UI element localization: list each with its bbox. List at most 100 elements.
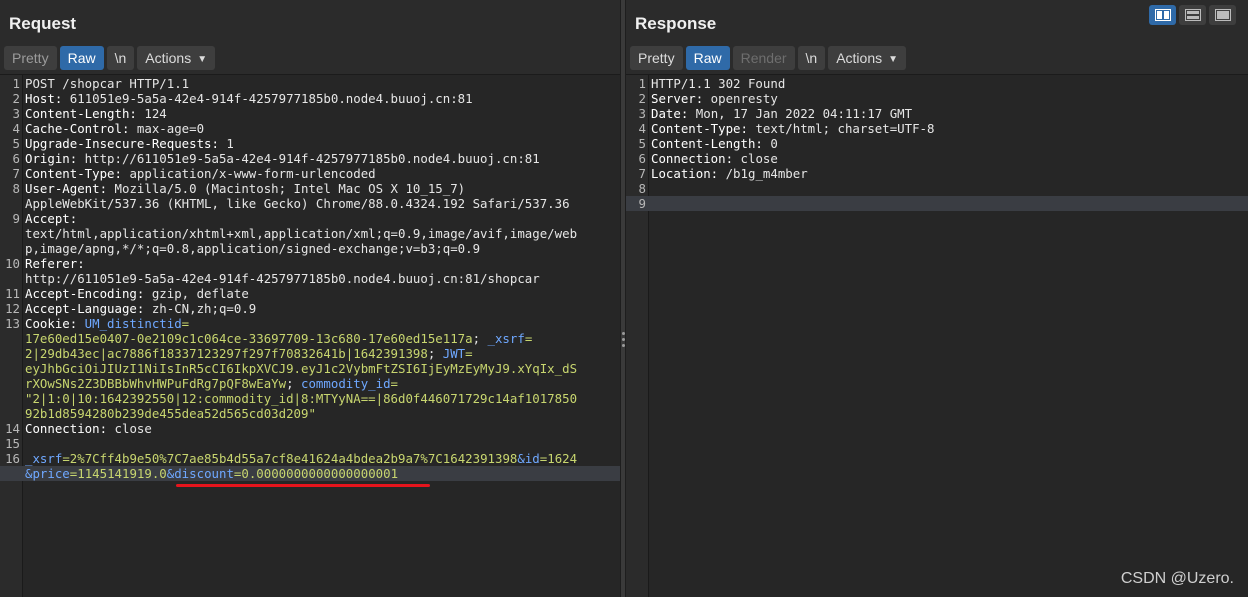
code-line[interactable]: 12 Accept-Language: zh-CN,zh;q=0.9 — [0, 301, 620, 316]
line-content — [651, 196, 1248, 211]
line-number: 7 — [12, 166, 20, 181]
line-number: 4 — [638, 121, 646, 136]
line-content: Referer: — [25, 256, 620, 271]
line-content: Content-Length: 0 — [651, 136, 1248, 151]
response-actions-button[interactable]: Actions ▼ — [828, 46, 907, 70]
code-line[interactable]: p,image/apng,*/*;q=0.8,application/signe… — [0, 241, 620, 256]
code-line[interactable]: 7 Location: /b1g_m4mber — [626, 166, 1248, 181]
code-line[interactable]: 6 Connection: close — [626, 151, 1248, 166]
line-number: 9 — [638, 196, 646, 211]
response-newline-button[interactable]: \n — [797, 46, 826, 70]
request-actions-button[interactable]: Actions ▼ — [137, 46, 216, 70]
request-newline-button[interactable]: \n — [106, 46, 135, 70]
code-token: gzip, deflate — [144, 286, 249, 301]
split-vertical-icon[interactable] — [1179, 5, 1206, 25]
line-content: Cache-Control: max-age=0 — [25, 121, 620, 136]
code-line[interactable]: 1 POST /shopcar HTTP/1.1 — [0, 76, 620, 91]
line-content: Server: openresty — [651, 91, 1248, 106]
line-content — [651, 181, 1248, 196]
code-line[interactable]: 14 Connection: close — [0, 421, 620, 436]
request-code[interactable]: 1 POST /shopcar HTTP/1.1 2 Host: 611051e9-5… — [0, 76, 620, 481]
line-number — [0, 271, 25, 286]
code-token: Cookie: — [25, 316, 78, 331]
code-line[interactable]: eyJhbGciOiJIUzI1NiIsInR5cCI6IkpXVCJ9.eyJ… — [0, 361, 620, 376]
line-content: 2|29db43ec|ac7886f18337123297f297f708326… — [25, 346, 620, 361]
line-number — [0, 331, 25, 346]
line-number: 11 — [5, 286, 20, 301]
code-line[interactable]: 6 Origin: http://611051e9-5a5a-42e4-914f-… — [0, 151, 620, 166]
response-raw-button[interactable]: Raw — [685, 46, 730, 70]
line-content: POST /shopcar HTTP/1.1 — [25, 76, 620, 91]
line-number: 7 — [638, 166, 646, 181]
code-line[interactable]: 92b1d8594280b239de455dea52d565cd03d209" — [0, 406, 620, 421]
code-line[interactable]: 2 Host: 611051e9-5a5a-42e4-914f-425797718… — [0, 91, 620, 106]
code-token: rXOwSNs2Z3DBBbWhvHWPuFdRg7pQF8wEaYw — [25, 376, 287, 391]
code-token: 1145141919.0 — [77, 466, 167, 481]
view-mode-buttons — [1149, 5, 1236, 25]
line-number — [0, 346, 25, 361]
code-line[interactable]: &price=1145141919.0&discount=0.000000000… — [0, 466, 620, 481]
response-pretty-button[interactable]: Pretty — [630, 46, 683, 70]
line-number — [0, 196, 25, 211]
line-number: 9 — [12, 211, 20, 226]
code-line[interactable]: 16 _xsrf=2%7Cff4b9e50%7C7ae85b4d55a7cf8e4… — [0, 451, 620, 466]
line-content: Content-Type: application/x-www-form-url… — [25, 166, 620, 181]
code-token: Origin: — [25, 151, 78, 166]
code-line[interactable]: 15 — [0, 436, 620, 451]
tabs-icon[interactable] — [1209, 5, 1236, 25]
code-line[interactable]: 10 Referer: — [0, 256, 620, 271]
response-render-button[interactable]: Render — [732, 46, 795, 70]
code-line[interactable]: 2 Server: openresty — [626, 91, 1248, 106]
code-token: = — [465, 346, 473, 361]
code-line[interactable]: 7 Content-Type: application/x-www-form-ur… — [0, 166, 620, 181]
line-number: 1 — [12, 76, 20, 91]
code-token: 92b1d8594280b239de455dea52d565cd03d209" — [25, 406, 316, 421]
line-number — [0, 376, 25, 391]
line-number: 10 — [5, 256, 20, 271]
line-number — [0, 391, 25, 406]
line-number: 1 — [638, 76, 646, 91]
code-line[interactable]: 8 — [626, 181, 1248, 196]
code-line[interactable]: http://611051e9-5a5a-42e4-914f-425797718… — [0, 271, 620, 286]
code-line[interactable]: 17e60ed15e0407-0e2109c1c064ce-33697709-1… — [0, 331, 620, 346]
response-code[interactable]: 1 HTTP/1.1 302 Found 2 Server: openresty 3 Da… — [626, 76, 1248, 211]
code-token: /b1g_m4mber — [718, 166, 808, 181]
code-line[interactable]: 3 Date: Mon, 17 Jan 2022 04:11:17 GMT — [626, 106, 1248, 121]
line-content: User-Agent: Mozilla/5.0 (Macintosh; Inte… — [25, 181, 620, 196]
discount-underline — [176, 484, 430, 487]
code-line[interactable]: "2|1:0|10:1642392550|12:commodity_id|8:M… — [0, 391, 620, 406]
code-line[interactable]: 8 User-Agent: Mozilla/5.0 (Macintosh; Int… — [0, 181, 620, 196]
line-content: Location: /b1g_m4mber — [651, 166, 1248, 181]
request-raw-button[interactable]: Raw — [59, 46, 104, 70]
code-line[interactable]: 3 Content-Length: 124 — [0, 106, 620, 121]
code-line[interactable]: 11 Accept-Encoding: gzip, deflate — [0, 286, 620, 301]
code-token: Mozilla/5.0 (Macintosh; Intel Mac OS X 1… — [107, 181, 466, 196]
code-line[interactable]: AppleWebKit/537.36 (KHTML, like Gecko) C… — [0, 196, 620, 211]
code-token: Referer: — [25, 256, 85, 271]
code-line[interactable]: 5 Upgrade-Insecure-Requests: 1 — [0, 136, 620, 151]
code-line[interactable]: 4 Cache-Control: max-age=0 — [0, 121, 620, 136]
code-line[interactable]: rXOwSNs2Z3DBBbWhvHWPuFdRg7pQF8wEaYw; com… — [0, 376, 620, 391]
code-line[interactable]: 5 Content-Length: 0 — [626, 136, 1248, 151]
code-line[interactable]: 9 — [626, 196, 1248, 211]
response-editor[interactable]: 1 HTTP/1.1 302 Found 2 Server: openresty 3 Da… — [626, 74, 1248, 597]
code-token: text/html,application/xhtml+xml,applicat… — [25, 226, 578, 241]
code-line[interactable]: 1 HTTP/1.1 302 Found — [626, 76, 1248, 91]
code-line[interactable]: text/html,application/xhtml+xml,applicat… — [0, 226, 620, 241]
code-line[interactable]: 9 Accept: — [0, 211, 620, 226]
request-pretty-button[interactable]: Pretty — [4, 46, 57, 70]
response-actions-label: Actions — [836, 50, 883, 66]
code-token: &price — [25, 466, 70, 481]
line-number — [0, 226, 25, 241]
code-line[interactable]: 4 Content-Type: text/html; charset=UTF-8 — [626, 121, 1248, 136]
code-token: = — [390, 376, 399, 391]
code-line[interactable]: 13 Cookie: UM_distinctid= — [0, 316, 620, 331]
code-line[interactable]: 2|29db43ec|ac7886f18337123297f297f708326… — [0, 346, 620, 361]
response-pane: Response Pretty Raw Render \n Actions ▼ 1… — [626, 0, 1248, 597]
request-editor[interactable]: 1 POST /shopcar HTTP/1.1 2 Host: 611051e9-5… — [0, 74, 620, 597]
code-token: Content-Type: — [651, 121, 748, 136]
line-number: 5 — [638, 136, 646, 151]
split-horizontal-icon[interactable] — [1149, 5, 1176, 25]
line-number: 15 — [5, 436, 20, 451]
line-number — [0, 361, 25, 376]
